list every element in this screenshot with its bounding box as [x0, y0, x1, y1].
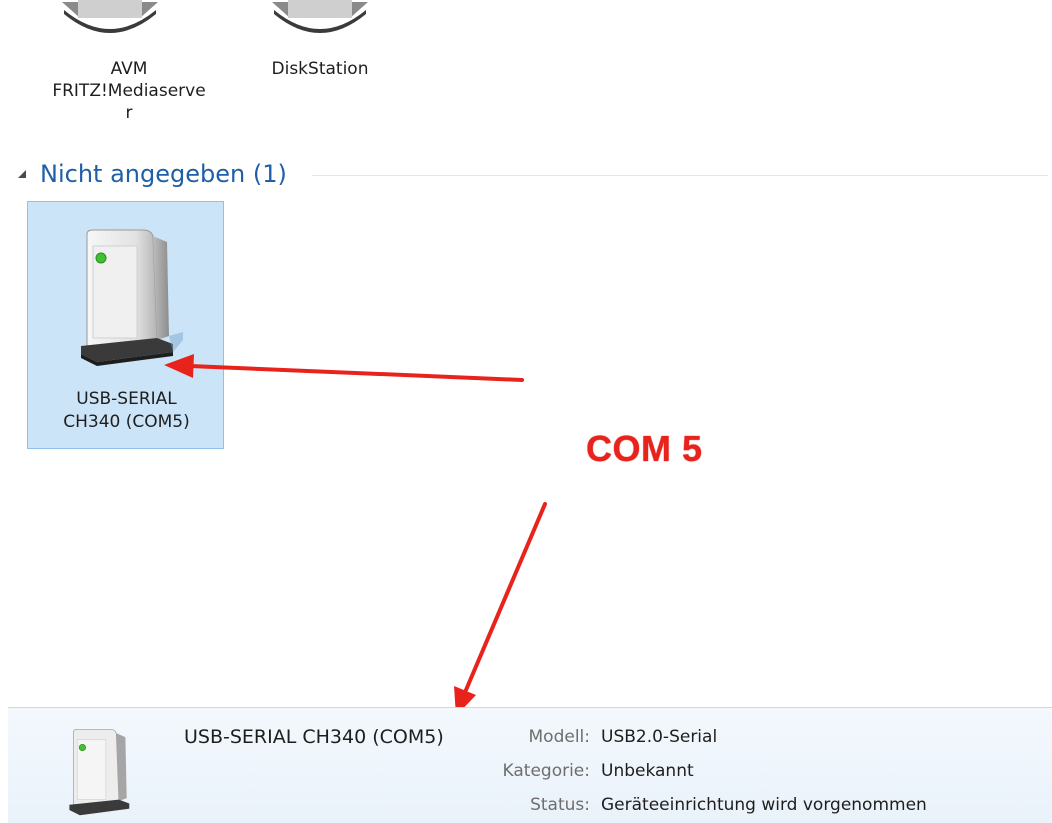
details-pane: USB-SERIAL CH340 (COM5) Modell: USB2.0-S…	[8, 707, 1052, 823]
arrow-to-icon	[188, 364, 524, 382]
property-value-modell: USB2.0-Serial	[601, 727, 718, 747]
annotation-arrows	[164, 354, 547, 716]
property-key-status: Status:	[530, 795, 590, 815]
property-value-kategorie: Unbekannt	[601, 761, 694, 781]
details-device-name: USB-SERIAL CH340 (COM5)	[184, 726, 444, 748]
property-key-modell: Modell:	[528, 727, 591, 747]
com-port-annotation: COM 5	[586, 428, 703, 469]
property-value-status: Geräteeinrichtung wird vorgenommen	[601, 795, 927, 815]
property-key-kategorie: Kategorie:	[502, 761, 590, 781]
arrow-to-details	[464, 502, 547, 692]
arrow-head	[164, 354, 194, 378]
generic-device-icon	[60, 728, 140, 823]
